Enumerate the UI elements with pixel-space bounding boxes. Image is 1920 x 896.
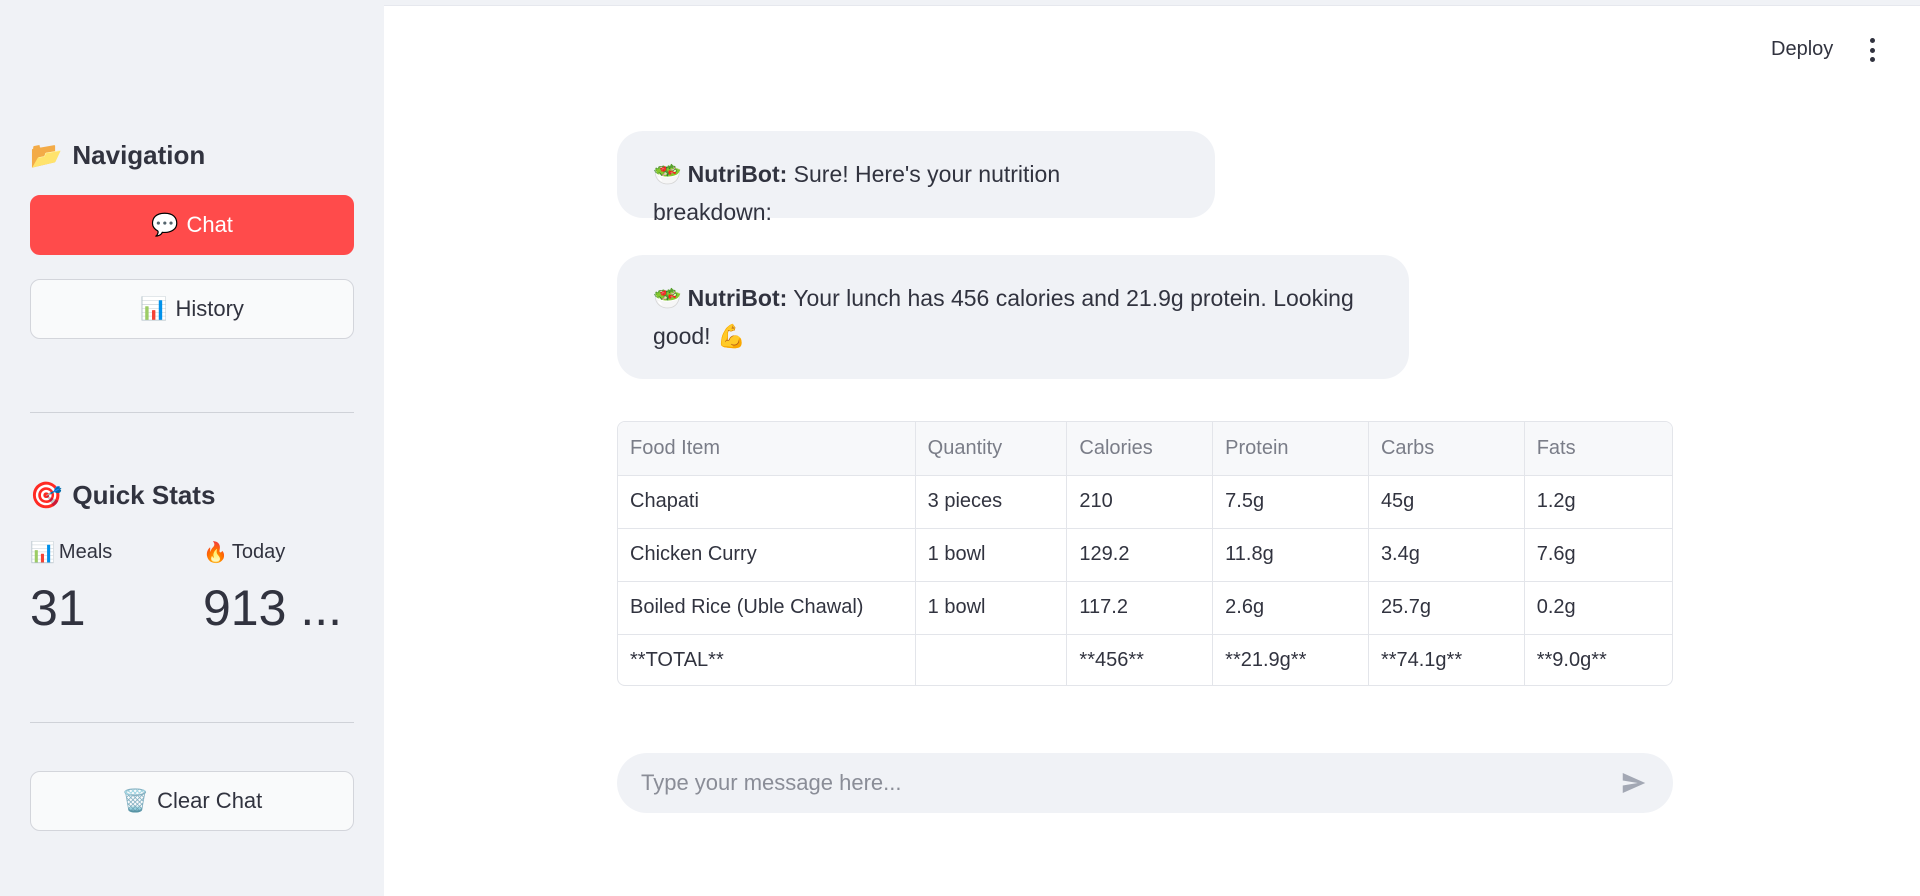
- table-cell: 117.2: [1066, 581, 1214, 635]
- table-cell: 1 bowl: [915, 581, 1068, 635]
- speech-bubble-icon: 💬: [151, 212, 179, 237]
- salad-icon: 🥗: [653, 285, 682, 311]
- table-cell: **9.0g**: [1536, 649, 1607, 672]
- chat-input-container: [617, 753, 1673, 813]
- history-nav-label: History: [175, 296, 244, 321]
- kebab-menu-icon[interactable]: [1868, 38, 1876, 62]
- quick-stats-heading: 🎯 Quick Stats: [30, 480, 215, 511]
- table-header-row: Food Item Quantity Calories Protein Carb…: [618, 422, 1672, 476]
- message-sender: NutriBot:: [687, 285, 788, 311]
- table-cell: Chapati: [618, 475, 916, 529]
- table-cell: Chicken Curry: [618, 528, 916, 582]
- table-cell: 25.7g: [1368, 581, 1525, 635]
- table-row: Boiled Rice (Uble Chawal) 1 bowl 117.2 2…: [618, 581, 1672, 635]
- chat-message: 🥗 NutriBot: Sure! Here's your nutrition b…: [617, 131, 1215, 225]
- sidebar-divider: [30, 722, 354, 723]
- navigation-title: Navigation: [72, 140, 206, 170]
- table-cell: **TOTAL**: [618, 634, 916, 685]
- column-header-quantity[interactable]: Quantity: [915, 422, 1068, 476]
- table-cell: 3.4g: [1368, 528, 1525, 582]
- metric-meals-label-row: 📊 Meals: [30, 540, 180, 565]
- table-row-total: **TOTAL** **456** **21.9g** **74.1g** **…: [618, 634, 1672, 685]
- chat-nav-label: Chat: [186, 212, 233, 237]
- table-row: Chicken Curry 1 bowl 129.2 11.8g 3.4g 7.…: [618, 528, 1672, 582]
- clear-chat-button[interactable]: 🗑️ Clear Chat: [30, 771, 354, 831]
- kebab-dot: [1869, 47, 1875, 53]
- table-cell: Boiled Rice (Uble Chawal): [618, 581, 916, 635]
- target-icon: 🎯: [30, 480, 63, 510]
- table-cell: 2.6g: [1212, 581, 1369, 635]
- sidebar-divider: [30, 412, 354, 413]
- table-cell: 7.6g: [1524, 528, 1672, 582]
- sidebar: 📂 Navigation 💬 Chat 📊 History 🎯 Quick St…: [0, 0, 384, 896]
- bar-chart-icon: 📊: [30, 542, 55, 564]
- table-cell: 0.2g: [1524, 581, 1672, 635]
- table-cell: 3 pieces: [915, 475, 1068, 529]
- column-header-carbs[interactable]: Carbs: [1368, 422, 1525, 476]
- metric-today-label: Today: [231, 541, 286, 563]
- table-cell: 11.8g: [1212, 528, 1369, 582]
- history-nav-button[interactable]: 📊 History: [30, 279, 354, 339]
- column-header-calories[interactable]: Calories: [1066, 422, 1214, 476]
- fire-icon: 🔥: [203, 542, 228, 564]
- send-icon[interactable]: [1619, 768, 1649, 798]
- quick-stats-title: Quick Stats: [72, 480, 216, 510]
- trash-icon: 🗑️: [121, 788, 150, 813]
- app-root: 📂 Navigation 💬 Chat 📊 History 🎯 Quick St…: [0, 0, 1920, 896]
- metric-today-label-row: 🔥 Today: [203, 540, 353, 565]
- metric-meals: 📊 Meals 31: [30, 540, 180, 637]
- metric-today-value: 913 ...: [203, 580, 342, 636]
- table-cell: [915, 634, 1068, 685]
- table-row: Chapati 3 pieces 210 7.5g 45g 1.2g: [618, 475, 1672, 529]
- kebab-dot: [1869, 38, 1875, 43]
- folder-icon: 📂: [30, 140, 63, 170]
- salad-icon: 🥗: [653, 161, 682, 187]
- table-cell: **74.1g**: [1368, 634, 1525, 685]
- table-cell: 45g: [1368, 475, 1525, 529]
- metric-meals-value: 31: [30, 580, 86, 636]
- table-cell: **21.9g**: [1212, 634, 1369, 685]
- table-cell: 1.2g: [1524, 475, 1672, 529]
- table-cell: 129.2: [1066, 528, 1214, 582]
- table-cell: 210: [1066, 475, 1214, 529]
- nutrition-table: Food Item Quantity Calories Protein Carb…: [617, 421, 1673, 686]
- table-cell: 7.5g: [1212, 475, 1369, 529]
- metric-meals-label: Meals: [58, 541, 113, 563]
- chat-message-input[interactable]: [641, 770, 1619, 796]
- chat-nav-button[interactable]: 💬 Chat: [30, 195, 354, 255]
- chat-message: 🥗 NutriBot: Your lunch has 456 calories a…: [617, 255, 1409, 379]
- table-cell: 1 bowl: [915, 528, 1068, 582]
- navigation-heading: 📂 Navigation: [30, 140, 205, 171]
- column-header-protein[interactable]: Protein: [1212, 422, 1369, 476]
- deploy-button[interactable]: Deploy: [1771, 38, 1833, 61]
- metric-today: 🔥 Today 913 ...: [203, 540, 353, 637]
- table-cell: **456**: [1066, 634, 1214, 685]
- clear-chat-label: Clear Chat: [157, 788, 263, 813]
- kebab-dot: [1869, 57, 1875, 62]
- column-header-fats[interactable]: Fats: [1524, 422, 1672, 476]
- column-header-food-item[interactable]: Food Item: [618, 422, 916, 476]
- message-sender: NutriBot:: [687, 161, 788, 187]
- bar-chart-icon: 📊: [140, 296, 168, 321]
